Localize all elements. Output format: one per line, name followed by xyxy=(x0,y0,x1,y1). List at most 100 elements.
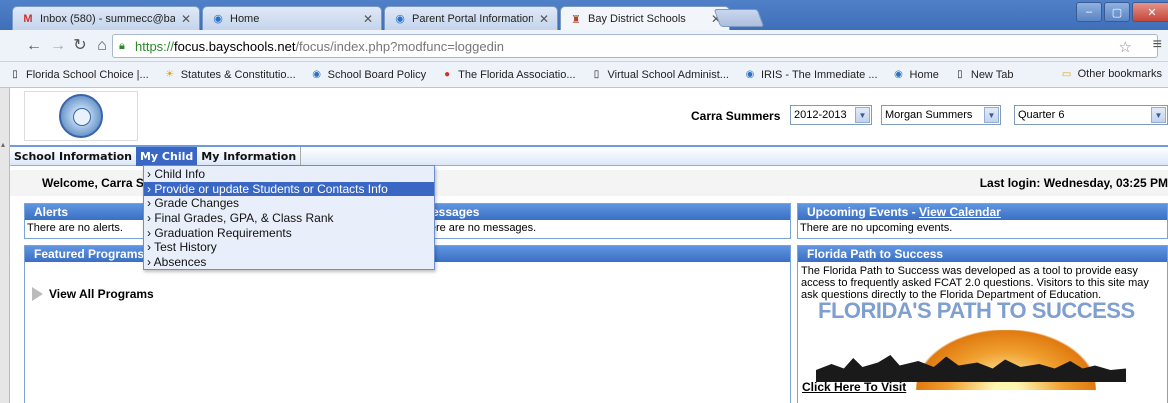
menu-child-info[interactable]: › Child Info xyxy=(144,167,434,182)
collapse-icon[interactable]: ▴ xyxy=(1,140,10,149)
close-icon[interactable]: ✕ xyxy=(363,12,373,26)
sun-icon: ☀ xyxy=(165,69,175,80)
menu-test-history[interactable]: › Test History xyxy=(144,240,434,255)
quarter-value: Quarter 6 xyxy=(1018,109,1065,121)
menu-provide-update-info[interactable]: › Provide or update Students or Contacts… xyxy=(144,181,434,197)
bookmark-item[interactable]: ☀ Statutes & Constitutio... xyxy=(163,68,296,82)
browser-toolbar: ← → ↻ ⌂ 🔒︎ https://focus.bayschools.net /… xyxy=(0,30,1168,62)
maximize-button[interactable]: ▢ xyxy=(1104,2,1130,22)
menu-grade-changes[interactable]: › Grade Changes xyxy=(144,196,434,211)
bookmark-item[interactable]: ◉ IRIS - The Immediate ... xyxy=(743,68,878,82)
menu-school-information[interactable]: School Information xyxy=(10,147,136,166)
page-icon: ▯ xyxy=(593,69,600,80)
tab-home[interactable]: ◉ Home ✕ xyxy=(202,6,382,30)
bookmark-item[interactable]: ● The Florida Associatio... xyxy=(440,68,575,82)
new-tab-button[interactable] xyxy=(713,9,765,27)
menu-my-child[interactable]: My Child xyxy=(135,147,198,166)
close-window-button[interactable]: ✕ xyxy=(1132,2,1168,22)
events-body: There are no upcoming events. xyxy=(800,222,953,234)
menu-absences[interactable]: › Absences xyxy=(144,255,434,270)
chevron-down-icon: ▼ xyxy=(984,107,999,123)
menu-my-information[interactable]: My Information xyxy=(197,147,302,166)
globe-icon: ◉ xyxy=(745,69,755,80)
folder-icon: ▭ xyxy=(1061,68,1072,80)
bookmark-item[interactable]: ▯ Virtual School Administ... xyxy=(590,68,729,82)
close-icon[interactable]: ✕ xyxy=(539,12,549,26)
student-select[interactable]: Morgan Summers ▼ xyxy=(881,105,1001,125)
tab-parent-portal[interactable]: ◉ Parent Portal Information ✕ xyxy=(384,6,558,30)
reload-icon[interactable]: ↻ xyxy=(70,37,90,55)
globe-icon: ◉ xyxy=(894,69,903,80)
tab-title: Bay District Schools xyxy=(588,13,686,25)
click-here-to-visit-link[interactable]: Click Here To Visit xyxy=(802,380,906,394)
minimize-button[interactable]: – xyxy=(1076,2,1102,22)
close-icon[interactable]: ✕ xyxy=(181,12,191,26)
florida-path-panel: Florida Path to Success The Florida Path… xyxy=(797,245,1168,403)
play-icon xyxy=(32,287,43,301)
bookmark-label: Statutes & Constitutio... xyxy=(180,68,296,81)
url-host: focus.bayschools.net xyxy=(174,38,296,54)
quarter-select[interactable]: Quarter 6 ▼ xyxy=(1014,105,1168,125)
seal-icon xyxy=(59,94,103,138)
page-icon: ▯ xyxy=(12,69,18,80)
bookmark-item[interactable]: ◉ School Board Policy xyxy=(310,68,426,82)
page-header: Carra Summers 2012-2013 ▼ Morgan Summers… xyxy=(24,91,1168,145)
url-scheme: https:// xyxy=(135,38,175,54)
student-value: Morgan Summers xyxy=(885,109,973,121)
bookmark-label: IRIS - The Immediate ... xyxy=(760,68,878,81)
district-logo xyxy=(24,91,138,141)
page-content: ▴ Carra Summers 2012-2013 ▼ Morgan Summe… xyxy=(0,88,1168,403)
globe-icon: ◉ xyxy=(213,13,223,25)
events-header: Upcoming Events - View Calendar xyxy=(798,204,1167,220)
bookmark-label: New Tab xyxy=(970,68,1014,81)
left-edge-strip xyxy=(0,88,10,403)
messages-body: There are no messages. xyxy=(417,222,537,234)
back-icon[interactable]: ← xyxy=(24,37,44,55)
view-all-programs-label: View All Programs xyxy=(49,287,154,301)
welcome-text: Welcome, Carra S xyxy=(42,176,144,190)
globe-icon: ◉ xyxy=(312,69,322,80)
school-year-select[interactable]: 2012-2013 ▼ xyxy=(790,105,872,125)
bookmark-label: Home xyxy=(909,68,939,81)
main-menu-bar: School Information My Child My Informati… xyxy=(10,145,1168,166)
florida-path-banner[interactable]: FLORIDA'S PATH TO SUCCESS xyxy=(806,296,1136,390)
forward-icon[interactable]: → xyxy=(48,37,68,55)
chevron-down-icon: ▼ xyxy=(855,107,870,123)
tab-gmail[interactable]: M Inbox (580) - summecc@bay ✕ xyxy=(12,6,200,30)
banner-text: FLORIDA'S PATH TO SUCCESS xyxy=(818,298,1135,323)
bookmark-item[interactable]: ▯ Florida School Choice |... xyxy=(8,68,149,82)
bookmark-item[interactable]: ▯ New Tab xyxy=(953,68,1014,82)
menu-final-grades[interactable]: › Final Grades, GPA, & Class Rank xyxy=(144,211,434,226)
tab-title: Home xyxy=(230,12,260,25)
address-bar[interactable]: 🔒︎ https://focus.bayschools.net/focus/in… xyxy=(112,34,1158,58)
browser-tab-strip: M Inbox (580) - summecc@bay ✕ ◉ Home ✕ ◉… xyxy=(0,0,1168,31)
tab-title: Parent Portal Information xyxy=(412,12,533,25)
menu-graduation-requirements[interactable]: › Graduation Requirements xyxy=(144,226,434,241)
bookmark-item[interactable]: ◉ Home xyxy=(892,68,939,82)
window-controls: – ▢ ✕ xyxy=(1076,2,1168,24)
home-icon[interactable]: ⌂ xyxy=(92,37,112,55)
school-icon: ♜ xyxy=(571,13,581,26)
other-bookmarks[interactable]: ▭ Other bookmarks xyxy=(1053,67,1162,81)
gmail-icon: M xyxy=(23,12,33,25)
messages-title: Messages xyxy=(413,204,790,220)
view-calendar-link[interactable]: View Calendar xyxy=(919,205,1001,219)
bookmark-label: School Board Policy xyxy=(327,68,427,81)
bookmark-star-icon[interactable]: ☆ xyxy=(1119,38,1132,56)
bookmark-label: Virtual School Administ... xyxy=(607,68,729,81)
tab-bay-district-schools[interactable]: ♜ Bay District Schools ✕ xyxy=(560,6,730,31)
view-all-programs[interactable]: View All Programs xyxy=(32,287,154,301)
menu-icon[interactable]: ≡ xyxy=(1153,36,1162,54)
other-bookmarks-label: Other bookmarks xyxy=(1077,68,1162,80)
circle-icon: ● xyxy=(444,69,451,80)
url-path: /focus/index.php?modfunc=loggedin xyxy=(295,38,504,54)
bookmark-label: Florida School Choice |... xyxy=(26,68,149,81)
events-panel: Upcoming Events - View Calendar There ar… xyxy=(797,203,1168,239)
user-name: Carra Summers xyxy=(691,109,781,123)
page-icon: ▯ xyxy=(957,69,963,80)
school-year-value: 2012-2013 xyxy=(794,109,847,121)
chevron-down-icon: ▼ xyxy=(1151,107,1166,123)
my-child-dropdown: › Child Info › Provide or update Student… xyxy=(143,165,435,270)
florida-path-title: Florida Path to Success xyxy=(798,246,1167,262)
messages-panel: Messages There are no messages. xyxy=(412,203,791,239)
